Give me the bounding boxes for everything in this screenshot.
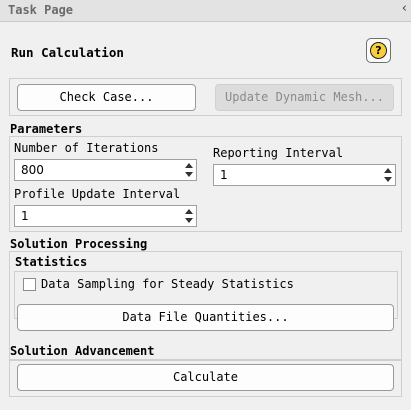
panel-title: Task Page [8,3,74,17]
run-calculation-title: Run Calculation [11,45,124,60]
calculate-button[interactable]: Calculate [17,364,394,391]
arrow-down-icon[interactable] [383,175,393,184]
arrow-up-icon[interactable] [184,207,194,216]
update-dynamic-mesh-button: Update Dynamic Mesh... [215,84,394,111]
number-of-iterations-input[interactable]: 800 [14,159,197,181]
data-sampling-checkbox[interactable] [23,278,36,291]
reporting-interval-value: 1 [220,168,228,182]
profile-update-interval-label: Profile Update Interval [14,187,181,201]
reporting-interval-label: Reporting Interval [213,146,344,160]
arrow-up-icon[interactable] [383,166,393,175]
data-sampling-label[interactable]: Data Sampling for Steady Statistics [41,277,294,291]
panel-header: Task Page ‹ [0,0,411,22]
parameters-title: Parameters [10,122,83,136]
help-button[interactable]: ? [366,38,391,63]
solution-processing-title: Solution Processing [10,237,148,251]
solution-advancement-title: Solution Advancement [10,344,155,358]
arrow-down-icon[interactable] [184,216,194,225]
arrow-up-icon[interactable] [184,161,194,170]
number-of-iterations-label: Number of Iterations [14,141,159,155]
number-of-iterations-value: 800 [21,163,44,177]
task-page-body: Run Calculation ? Check Case... Update D… [0,22,411,410]
help-icon: ? [370,42,387,59]
data-file-quantities-button[interactable]: Data File Quantities... [17,304,394,331]
statistics-title: Statistics [15,255,88,269]
check-case-button[interactable]: Check Case... [17,84,196,111]
profile-update-interval-input[interactable]: 1 [14,205,197,227]
reporting-interval-input[interactable]: 1 [213,164,396,186]
chevron-left-icon[interactable]: ‹ [402,1,407,16]
arrow-down-icon[interactable] [184,170,194,179]
profile-update-interval-value: 1 [21,209,29,223]
